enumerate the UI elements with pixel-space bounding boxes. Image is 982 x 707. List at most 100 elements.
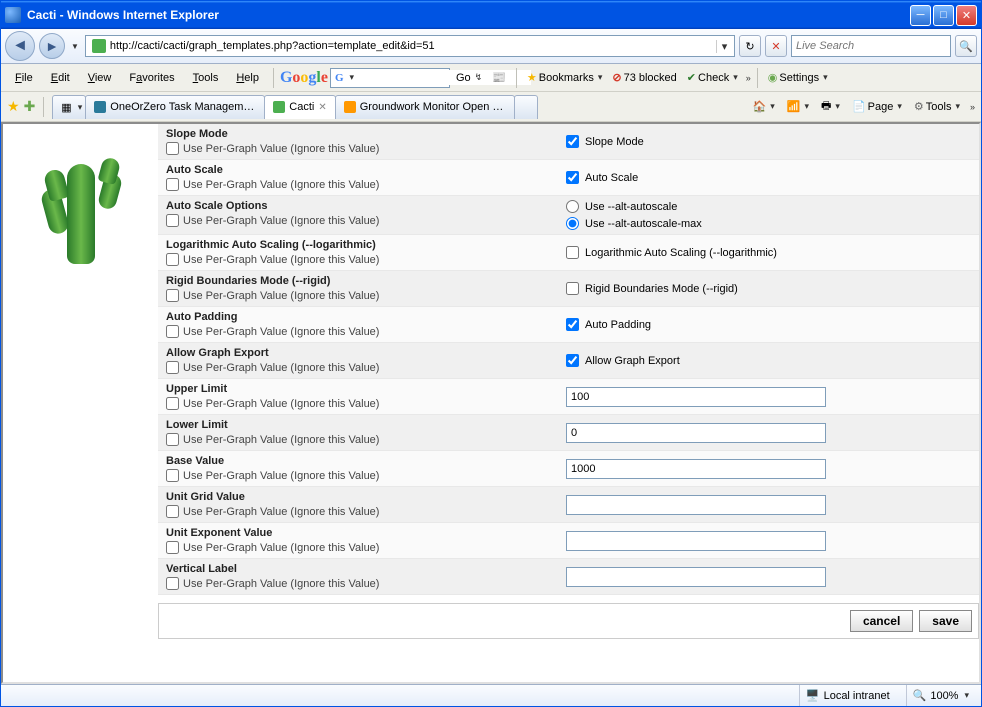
row-base-value: Base Value Use Per-Graph Value (Ignore t… — [158, 451, 979, 487]
radio-alt-autoscale-max[interactable] — [566, 217, 579, 230]
popup-blocker[interactable]: ⊘ 73 blocked — [608, 69, 680, 86]
spellcheck-button[interactable]: ✔ Check ▾ — [683, 69, 742, 86]
label-allow-export: Allow Graph Export — [166, 347, 550, 359]
pergraph-logarithmic[interactable] — [166, 253, 179, 266]
pergraph-auto-padding[interactable] — [166, 325, 179, 338]
checkbox-logarithmic[interactable] — [566, 246, 579, 259]
label-unit-grid: Unit Grid Value — [166, 491, 550, 503]
pergraph-slope-mode[interactable] — [166, 142, 179, 155]
input-vertical-label[interactable] — [566, 567, 826, 587]
cacti-favicon — [273, 101, 285, 113]
nav-toolbar: ◄ ► ▼ ▾ ↻ ✕ 🔍 — [1, 29, 981, 64]
address-bar[interactable]: ▾ — [85, 35, 735, 57]
oneorzero-favicon — [94, 101, 106, 113]
stop-button[interactable]: ✕ — [765, 35, 787, 57]
cancel-button[interactable]: cancel — [850, 610, 913, 632]
cmdbar-overflow[interactable]: » — [970, 102, 975, 112]
cacti-logo — [41, 154, 121, 274]
tab-oneorzero[interactable]: OneOrZero Task Managemen... — [85, 95, 265, 119]
input-unit-exp[interactable] — [566, 531, 826, 551]
close-button[interactable]: ✕ — [956, 5, 977, 26]
row-unit-grid: Unit Grid Value Use Per-Graph Value (Ign… — [158, 487, 979, 523]
favorites-icon[interactable]: ★ — [7, 98, 20, 115]
pergraph-base-value[interactable] — [166, 469, 179, 482]
new-tab-button[interactable] — [514, 95, 538, 119]
page-menu[interactable]: 📄 Page ▾ — [848, 98, 906, 115]
menu-edit[interactable]: Edit — [43, 69, 78, 87]
forward-button[interactable]: ► — [39, 33, 65, 59]
settings-button[interactable]: ◉ Settings▾ — [764, 69, 832, 86]
add-favorite-icon[interactable]: ✚ — [24, 98, 36, 115]
pergraph-lower-limit[interactable] — [166, 433, 179, 446]
radio-alt-autoscale[interactable] — [566, 200, 579, 213]
row-upper-limit: Upper Limit Use Per-Graph Value (Ignore … — [158, 379, 979, 415]
menu-tools[interactable]: Tools — [185, 69, 227, 87]
save-button[interactable]: save — [919, 610, 972, 632]
row-slope-mode: Slope Mode Use Per-Graph Value (Ignore t… — [158, 124, 979, 160]
input-lower-limit[interactable] — [566, 423, 826, 443]
pergraph-allow-export[interactable] — [166, 361, 179, 374]
feeds-button[interactable]: 📶 ▾ — [783, 98, 813, 115]
pergraph-vertical-label[interactable] — [166, 577, 179, 590]
search-box[interactable] — [791, 35, 951, 57]
minimize-button[interactable]: ─ — [910, 5, 931, 26]
row-lower-limit: Lower Limit Use Per-Graph Value (Ignore … — [158, 415, 979, 451]
search-button[interactable]: 🔍 — [955, 35, 977, 57]
grid-icon: ▦ — [61, 101, 71, 114]
maximize-button[interactable]: □ — [933, 5, 954, 26]
back-button[interactable]: ◄ — [5, 31, 35, 61]
security-zone[interactable]: 🖥️ Local intranet — [799, 685, 896, 706]
input-unit-grid[interactable] — [566, 495, 826, 515]
pergraph-upper-limit[interactable] — [166, 397, 179, 410]
label-base-value: Base Value — [166, 455, 550, 467]
pergraph-rigid[interactable] — [166, 289, 179, 302]
google-go-button[interactable]: Go ↯ — [452, 70, 486, 86]
tab-close-icon[interactable]: ✕ — [318, 102, 326, 113]
input-upper-limit[interactable] — [566, 387, 826, 407]
window-title: Cacti - Windows Internet Explorer — [27, 8, 910, 22]
input-base-value[interactable] — [566, 459, 826, 479]
menu-file[interactable]: FFileile — [7, 69, 41, 87]
google-search-box[interactable]: G ▾ — [330, 68, 450, 88]
address-dropdown[interactable]: ▾ — [716, 40, 732, 53]
print-button[interactable]: 🖶 ▾ — [817, 95, 844, 118]
pergraph-auto-scale[interactable] — [166, 178, 179, 191]
pergraph-unit-grid[interactable] — [166, 505, 179, 518]
search-input[interactable] — [796, 40, 946, 52]
pergraph-auto-scale-options[interactable] — [166, 214, 179, 227]
quick-tabs-button[interactable]: ▦▾ — [52, 95, 86, 119]
label-rigid: Rigid Boundaries Mode (--rigid) — [166, 275, 550, 287]
menu-bar: FFileile Edit View Favorites Tools Help … — [1, 64, 981, 92]
tab-groundwork[interactable]: Groundwork Monitor Open S... — [335, 95, 515, 119]
bookmarks-button[interactable]: ★ Bookmarks▾ — [523, 69, 606, 86]
home-button[interactable]: 🏠 ▾ — [749, 98, 779, 115]
menu-help[interactable]: Help — [228, 69, 267, 87]
row-auto-scale-options: Auto Scale Options Use Per-Graph Value (… — [158, 196, 979, 235]
toolbar-overflow[interactable]: » — [746, 73, 751, 83]
intranet-icon: 🖥️ — [806, 689, 820, 702]
refresh-button[interactable]: ↻ — [739, 35, 761, 57]
zoom-control[interactable]: 🔍 100% ▾ — [906, 685, 975, 706]
nav-history-dropdown[interactable]: ▼ — [69, 42, 81, 51]
checkbox-rigid[interactable] — [566, 282, 579, 295]
google-news-icon[interactable]: 📰 — [488, 69, 510, 86]
google-logo: Google — [280, 69, 328, 87]
label-auto-scale-options: Auto Scale Options — [166, 200, 550, 212]
checkbox-auto-padding[interactable] — [566, 318, 579, 331]
menu-favorites[interactable]: Favorites — [121, 69, 182, 87]
titlebar: Cacti - Windows Internet Explorer ─ □ ✕ — [1, 1, 981, 29]
pergraph-unit-exp[interactable] — [166, 541, 179, 554]
menu-view[interactable]: View — [80, 69, 120, 87]
label-auto-scale: Auto Scale — [166, 164, 550, 176]
row-auto-padding: Auto Padding Use Per-Graph Value (Ignore… — [158, 307, 979, 343]
tab-cacti[interactable]: Cacti ✕ — [264, 95, 335, 119]
tools-menu[interactable]: ⚙ Tools ▾ — [910, 98, 964, 115]
address-input[interactable] — [110, 40, 716, 52]
row-logarithmic: Logarithmic Auto Scaling (--logarithmic)… — [158, 235, 979, 271]
label-unit-exp: Unit Exponent Value — [166, 527, 550, 539]
checkbox-slope-mode[interactable] — [566, 135, 579, 148]
action-bar: cancel save — [158, 603, 979, 639]
checkbox-auto-scale[interactable] — [566, 171, 579, 184]
status-bar: 🖥️ Local intranet 🔍 100% ▾ — [1, 684, 981, 706]
checkbox-allow-export[interactable] — [566, 354, 579, 367]
